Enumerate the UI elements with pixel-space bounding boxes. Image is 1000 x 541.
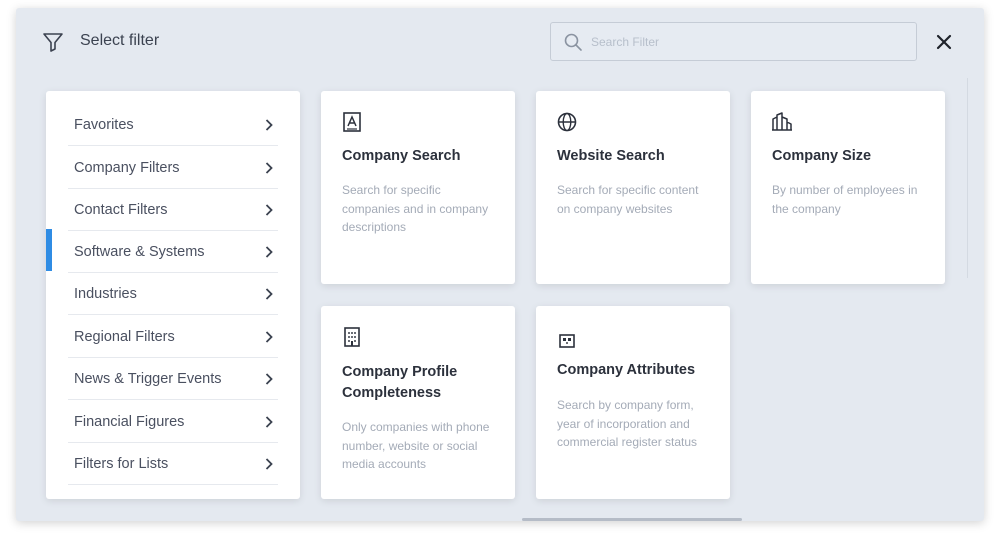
sidebar-item-label: Favorites	[74, 116, 134, 133]
chevron-right-icon	[265, 287, 273, 300]
chevron-right-icon	[265, 457, 273, 470]
sidebar-item-label: Industries	[74, 285, 137, 302]
chevron-right-icon	[265, 118, 273, 131]
sidebar-item-label: News & Trigger Events	[74, 370, 222, 387]
filter-card-website-search[interactable]: Website Search Search for specific conte…	[536, 91, 730, 284]
card-title: Company Search	[342, 148, 461, 164]
sidebar-item-label: Software & Systems	[74, 243, 205, 260]
sidebar-item-software-systems[interactable]: Software & Systems	[68, 231, 278, 273]
sidebar-item-news-trigger-events[interactable]: News & Trigger Events	[68, 358, 278, 400]
sidebar-item-label: Regional Filters	[74, 328, 175, 345]
search-icon	[564, 33, 582, 51]
card-title: Company Size	[772, 148, 872, 164]
filter-card-company-profile-completeness[interactable]: Company Profile Completeness Only compan…	[321, 306, 515, 499]
chevron-right-icon	[265, 330, 273, 343]
sidebar-item-company-filters[interactable]: Company Filters	[68, 147, 278, 189]
sidebar-item-label: Filters for Lists	[74, 455, 169, 472]
chevron-right-icon	[265, 161, 273, 174]
card-description: Search for specific companies and in com…	[342, 183, 489, 234]
sidebar-item-financial-figures[interactable]: Financial Figures	[68, 401, 278, 443]
search-input[interactable]	[591, 31, 891, 53]
sidebar-item-label: Financial Figures	[74, 413, 185, 430]
chevron-right-icon	[265, 245, 273, 258]
card-description: By number of employees in the company	[772, 183, 918, 216]
chevron-right-icon	[265, 372, 273, 385]
sidebar-item-label: Company Filters	[74, 159, 180, 176]
sidebar-item-filters-for-lists[interactable]: Filters for Lists	[68, 443, 278, 485]
office-building-icon	[344, 327, 360, 347]
filter-card-company-attributes[interactable]: Company Attributes Search by company for…	[536, 306, 730, 499]
sidebar-item-label: Contact Filters	[74, 201, 168, 218]
scroll-edge-divider	[967, 78, 968, 278]
filter-icon	[43, 33, 63, 52]
select-filter-modal: Select filter Favorites Company Filters …	[16, 8, 984, 521]
sidebar-item-favorites[interactable]: Favorites	[68, 104, 278, 146]
buildings-icon	[772, 112, 792, 131]
sidebar-item-regional-filters[interactable]: Regional Filters	[68, 316, 278, 358]
company-search-icon	[343, 112, 361, 132]
storefront-icon	[559, 334, 575, 348]
filter-card-company-search[interactable]: Company Search Search for specific compa…	[321, 91, 515, 284]
globe-icon	[557, 112, 577, 132]
card-title: Company Attributes	[557, 362, 696, 378]
close-icon[interactable]	[933, 31, 955, 53]
card-description: Search by company form, year of incorpor…	[557, 398, 698, 449]
sidebar-item-industries[interactable]: Industries	[68, 273, 278, 315]
sidebar-item-contact-filters[interactable]: Contact Filters	[68, 189, 278, 231]
chevron-right-icon	[265, 415, 273, 428]
modal-title: Select filter	[80, 32, 160, 49]
card-description: Only companies with phone number, websit…	[342, 420, 490, 471]
filter-card-company-size[interactable]: Company Size By number of employees in t…	[751, 91, 945, 284]
filter-category-sidebar: Favorites Company Filters Contact Filter…	[46, 91, 300, 499]
card-description: Search for specific content on company w…	[557, 183, 699, 216]
active-indicator	[46, 229, 52, 271]
horizontal-scrollbar[interactable]	[522, 518, 742, 521]
card-title: Website Search	[557, 148, 665, 164]
card-title: Company Profile Completeness	[342, 364, 458, 401]
chevron-right-icon	[265, 203, 273, 216]
search-box[interactable]	[550, 22, 917, 61]
